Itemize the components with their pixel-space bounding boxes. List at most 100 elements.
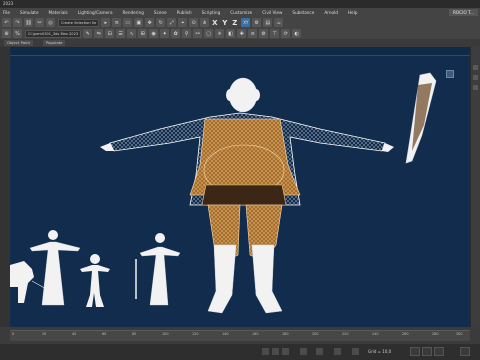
- menu-civil-view[interactable]: Civil View: [262, 10, 282, 15]
- xy-plane-button[interactable]: XY: [241, 18, 251, 27]
- character-woman-mesh[interactable]: [29, 230, 81, 306]
- bone-icon[interactable]: ⚲: [182, 29, 192, 38]
- go-to-start-icon[interactable]: [410, 347, 420, 356]
- light-icon[interactable]: ☀: [215, 29, 225, 38]
- mirror-icon[interactable]: ⇋: [94, 29, 104, 38]
- large-character-mesh[interactable]: [100, 77, 394, 314]
- paint-icon[interactable]: ✿: [171, 29, 181, 38]
- bind-icon[interactable]: ◎: [46, 18, 55, 27]
- spacewarp-icon[interactable]: ≋: [248, 29, 258, 38]
- curve-editor-icon[interactable]: ∿: [127, 29, 137, 38]
- z-axis-button[interactable]: Z: [230, 18, 239, 27]
- tab-populate[interactable]: Populate: [42, 40, 66, 46]
- layer-icon[interactable]: ☰: [116, 29, 126, 38]
- tick-label: 280: [432, 332, 439, 336]
- helper-icon[interactable]: ✚: [237, 29, 247, 38]
- snaps-toggle-icon[interactable]: ⊕: [2, 29, 11, 38]
- percent-snap-icon[interactable]: %: [13, 29, 22, 38]
- tick-label: 80: [132, 332, 137, 336]
- menu-customize[interactable]: Customize: [230, 10, 252, 15]
- viewport-scene[interactable]: [10, 55, 470, 327]
- tick-label: 40: [72, 332, 77, 336]
- window-crossing-icon[interactable]: ▣: [134, 18, 144, 27]
- pivot-icon[interactable]: ⊙: [189, 18, 199, 27]
- left-gutter: [0, 47, 10, 327]
- tick-label: 20: [42, 332, 47, 336]
- rect-select-icon[interactable]: ▭: [123, 18, 133, 27]
- hierarchy-icon[interactable]: ⊤: [270, 29, 280, 38]
- menu-substance[interactable]: Substance: [292, 10, 314, 15]
- character-robed-mesh[interactable]: [135, 233, 181, 306]
- scale-icon[interactable]: ⤢: [167, 18, 177, 27]
- workspace-badge[interactable]: ROCIO T...: [448, 9, 478, 16]
- tab-object-paint[interactable]: Object Paint: [4, 40, 33, 46]
- selection-filter-dropdown[interactable]: Create Selection Se: [58, 18, 100, 27]
- isolate-icon[interactable]: [282, 348, 289, 355]
- grid-size-readout: Grid = 10,0: [368, 349, 392, 354]
- y-axis-button[interactable]: Y: [220, 18, 229, 27]
- select-by-name-icon[interactable]: ≡: [112, 18, 122, 27]
- tick-label: 200: [312, 332, 319, 336]
- menu-materials[interactable]: Materials: [49, 10, 68, 15]
- secondary-toolbar: ⊕ % Cl:\pem0301_3ds Max 2023 ✎ ⇋ ⊟ ☰ ∿ ⊞…: [0, 28, 480, 39]
- status-bar: Grid = 10,0: [0, 344, 480, 360]
- menu-help[interactable]: Help: [348, 10, 358, 15]
- move-icon[interactable]: ✥: [145, 18, 155, 27]
- play-icon[interactable]: [422, 347, 432, 356]
- select-icon[interactable]: ▸: [101, 18, 111, 27]
- render-setup-icon[interactable]: ⚙: [252, 18, 262, 27]
- edit-named-sel-icon[interactable]: ✎: [83, 29, 93, 38]
- undo-icon[interactable]: ↶: [2, 18, 11, 27]
- pin-icon[interactable]: ✦: [160, 29, 170, 38]
- y-coord-field[interactable]: [334, 348, 341, 355]
- character-child-mesh[interactable]: [80, 254, 110, 307]
- motion-icon[interactable]: ⟳: [281, 29, 291, 38]
- main-toolbar: ↶ ↷ ⛓ ✂ ◎ Create Selection Se ▸ ≡ ▭ ▣ ✥ …: [0, 17, 480, 28]
- system-icon[interactable]: ⚙: [259, 29, 269, 38]
- go-to-end-icon[interactable]: [434, 347, 444, 356]
- align-icon[interactable]: ⊟: [105, 29, 115, 38]
- menu-lighting-camera[interactable]: Lighting/Camera: [78, 10, 113, 15]
- menu-rendering[interactable]: Rendering: [123, 10, 144, 15]
- x-coord-field[interactable]: [316, 348, 323, 355]
- tick-label: 300: [456, 332, 463, 336]
- menu-simulate[interactable]: Simulate: [20, 10, 39, 15]
- abs-mode-icon[interactable]: [300, 348, 307, 355]
- command-panel-strip[interactable]: [471, 47, 480, 327]
- camera-icon[interactable]: ◧: [226, 29, 236, 38]
- schematic-icon[interactable]: ⊞: [138, 29, 148, 38]
- rotate-icon[interactable]: ↻: [156, 18, 166, 27]
- menu-scene[interactable]: Scene: [154, 10, 167, 15]
- tick-label: 100: [162, 332, 169, 336]
- menu-publish[interactable]: Publish: [177, 10, 192, 15]
- track-bar[interactable]: 0 20 40 60 80 100 120 140 160 180 200 22…: [10, 330, 470, 341]
- x-axis-button[interactable]: X: [210, 18, 219, 27]
- redo-icon[interactable]: ↷: [13, 18, 22, 27]
- render-frame-icon[interactable]: ▤: [263, 18, 273, 27]
- ik-icon[interactable]: ⚯: [193, 29, 203, 38]
- ribbon: Object Paint Populate: [0, 39, 480, 47]
- link-icon[interactable]: ⛓: [24, 18, 33, 27]
- dummy-icon[interactable]: ▢: [204, 29, 214, 38]
- tick-label: 60: [102, 332, 107, 336]
- hierarchy-panel-icon[interactable]: [473, 85, 478, 90]
- lock-icon[interactable]: [272, 348, 279, 355]
- club-mesh[interactable]: [405, 72, 437, 164]
- menu-scripting[interactable]: Scripting: [202, 10, 221, 15]
- modify-panel-icon[interactable]: [473, 75, 478, 80]
- unlink-icon[interactable]: ✂: [35, 18, 44, 27]
- key-mode-icon[interactable]: [262, 348, 269, 355]
- create-panel-icon[interactable]: [473, 65, 478, 70]
- material-editor-icon[interactable]: ◉: [149, 29, 159, 38]
- add-key-icon[interactable]: [460, 347, 470, 356]
- tick-label: 240: [372, 332, 379, 336]
- window-title: 2023: [3, 1, 14, 6]
- z-coord-field[interactable]: [352, 348, 359, 355]
- render-icon[interactable]: ☕: [274, 18, 284, 27]
- display-icon[interactable]: ◐: [292, 29, 302, 38]
- menu-arnold[interactable]: Arnold: [324, 10, 338, 15]
- snap-icon[interactable]: ⋔: [200, 18, 210, 27]
- menu-file[interactable]: File: [3, 10, 10, 15]
- place-icon[interactable]: ⌖: [178, 18, 188, 27]
- scene-file-dropdown[interactable]: Cl:\pem0301_3ds Max 2023: [25, 29, 82, 38]
